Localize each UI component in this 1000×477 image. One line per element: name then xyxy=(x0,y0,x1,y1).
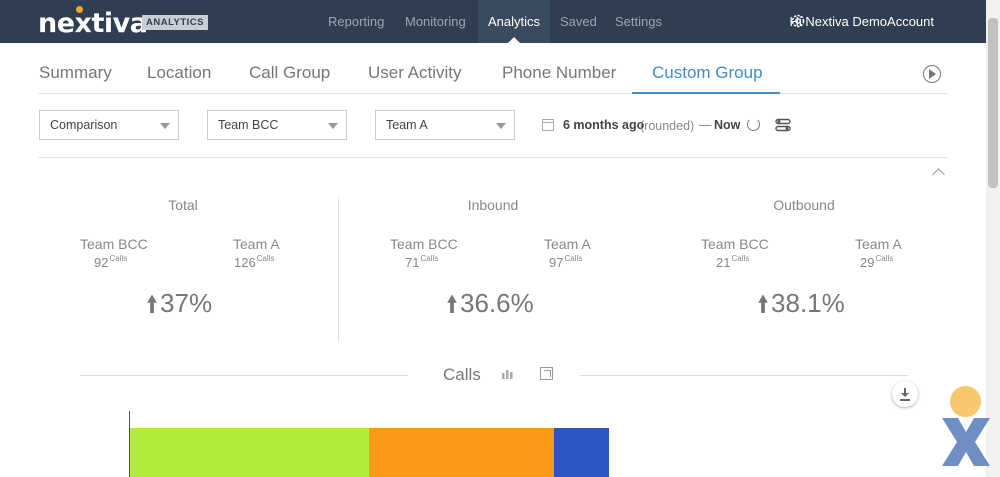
arrow-up-icon: 🠙 xyxy=(146,291,159,318)
team-a-name: Team BCC xyxy=(390,236,458,252)
team-b-value: 126Calls xyxy=(234,254,275,270)
group-a-select-value: Team BCC xyxy=(218,118,279,132)
nav-monitoring[interactable]: Monitoring xyxy=(405,0,466,43)
tab-custom-group[interactable]: Custom Group xyxy=(652,63,763,83)
stat-title-total: Total xyxy=(168,197,198,213)
scrollbar-thumb[interactable] xyxy=(988,18,998,188)
scrollbar[interactable] xyxy=(986,0,1000,477)
team-b-name: Team A xyxy=(855,236,902,252)
change-percent: 🠙36.6% xyxy=(446,288,534,318)
mode-select[interactable]: Comparison xyxy=(39,110,179,140)
group-b-select[interactable]: Team A xyxy=(375,110,515,140)
nav-reporting[interactable]: Reporting xyxy=(328,0,384,43)
nav-saved[interactable]: Saved xyxy=(560,0,597,43)
tab-divider xyxy=(38,93,948,94)
chat-bubble[interactable] xyxy=(950,386,981,417)
change-percent: 🠙37% xyxy=(146,288,213,318)
stat-divider xyxy=(338,198,339,342)
logo-dot xyxy=(76,6,83,13)
tab-location[interactable]: Location xyxy=(147,63,211,83)
top-nav: nextiva ANALYTICS Reporting Monitoring A… xyxy=(0,0,986,43)
tab-phone-number[interactable]: Phone Number xyxy=(502,63,616,83)
team-a-value: 92Calls xyxy=(94,254,128,270)
toggle-icon[interactable] xyxy=(775,118,791,132)
chart-segment xyxy=(369,428,554,477)
team-b-value: 29Calls xyxy=(860,254,894,270)
chevron-up-icon[interactable] xyxy=(932,168,945,181)
nextiva-logo[interactable]: nextiva xyxy=(38,6,148,39)
change-percent: 🠙38.1% xyxy=(757,288,845,318)
active-tab-indicator xyxy=(632,92,780,94)
close-icon[interactable] xyxy=(938,414,994,470)
chevron-down-icon xyxy=(496,123,506,129)
download-button[interactable] xyxy=(892,381,918,407)
play-icon[interactable] xyxy=(923,65,941,83)
filter-divider xyxy=(38,157,948,158)
calls-divider-right xyxy=(580,375,908,376)
team-a-name: Team BCC xyxy=(701,236,769,252)
team-b-name: Team A xyxy=(544,236,591,252)
chart-segment xyxy=(554,428,609,477)
date-separator: — xyxy=(699,118,712,132)
chevron-down-icon xyxy=(160,123,170,129)
tab-user-activity[interactable]: User Activity xyxy=(368,63,462,83)
team-b-name: Team A xyxy=(233,236,280,252)
nav-settings[interactable]: Settings xyxy=(615,0,662,43)
download-icon xyxy=(900,399,910,401)
date-modifier: (rounded) xyxy=(640,119,695,133)
group-a-select[interactable]: Team BCC xyxy=(207,110,347,140)
bar-chart-icon[interactable] xyxy=(501,368,514,380)
date-to[interactable]: Now xyxy=(714,118,740,132)
date-from[interactable]: 6 months ago xyxy=(563,118,644,132)
stat-title-outbound: Outbound xyxy=(773,197,835,213)
team-a-value: 21Calls xyxy=(716,254,750,270)
calls-divider-left xyxy=(80,375,408,376)
expand-icon[interactable] xyxy=(540,367,553,380)
chart-segment xyxy=(130,428,369,477)
logo-badge: ANALYTICS xyxy=(142,15,208,30)
stat-title-inbound: Inbound xyxy=(467,197,519,213)
group-b-select-value: Team A xyxy=(386,118,428,132)
team-b-value: 97Calls xyxy=(549,254,583,270)
user-greeting[interactable]: Hi Nextiva DemoAccount xyxy=(790,0,935,43)
refresh-icon[interactable] xyxy=(747,118,760,131)
arrow-up-icon: 🠙 xyxy=(446,291,459,318)
tab-summary[interactable]: Summary xyxy=(39,63,112,83)
team-a-name: Team BCC xyxy=(80,236,148,252)
nav-analytics[interactable]: Analytics xyxy=(478,0,551,43)
team-a-value: 71Calls xyxy=(405,254,439,270)
chevron-down-icon xyxy=(328,123,338,129)
arrow-up-icon: 🠙 xyxy=(757,291,770,318)
tab-call-group[interactable]: Call Group xyxy=(249,63,330,83)
mode-select-value: Comparison xyxy=(50,118,118,132)
calendar-icon[interactable] xyxy=(542,119,554,131)
calls-title: Calls xyxy=(443,365,481,384)
